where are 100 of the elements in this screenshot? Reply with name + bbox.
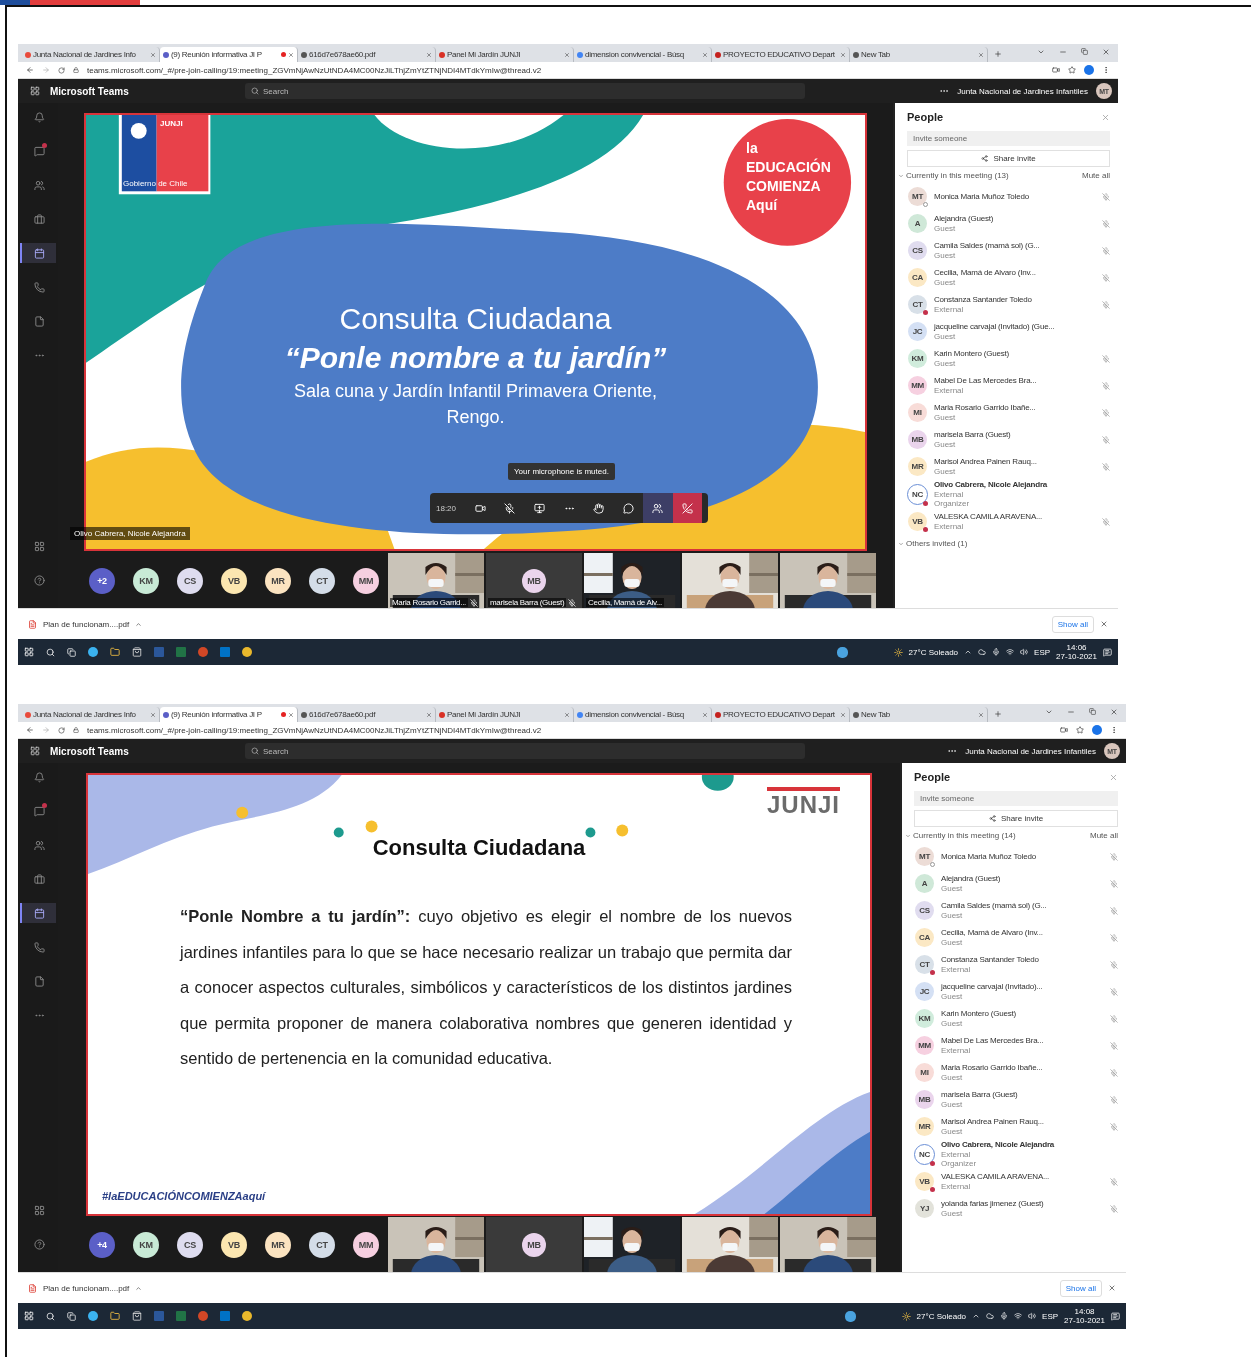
camera-icon[interactable] bbox=[1060, 726, 1068, 734]
app-launcher-icon[interactable] bbox=[30, 86, 40, 96]
close-icon[interactable] bbox=[840, 51, 846, 58]
close-icon[interactable] bbox=[1109, 772, 1118, 782]
back-icon[interactable] bbox=[26, 66, 34, 74]
browser-tab[interactable]: dimension convivencial - Búsq bbox=[574, 707, 712, 722]
store-icon[interactable] bbox=[132, 647, 142, 657]
browser-tab[interactable]: (9) Reunión informativa JI P bbox=[160, 47, 298, 62]
notifications-icon[interactable] bbox=[1111, 1311, 1120, 1321]
search-field[interactable]: Search bbox=[245, 743, 805, 759]
invite-field[interactable]: Invite someone bbox=[907, 131, 1110, 146]
address-field[interactable]: teams.microsoft.com/_#/pre-join-calling/19:meeting_ZGVmNjAwNzUtNDA4MC00NzJiLThjZmYtZTNjNDI4MTdkYmIw@thread.v2 bbox=[87, 65, 1044, 75]
participant-row[interactable]: CS Camila Saldes (mamá sol) (G... Guest bbox=[907, 237, 1110, 264]
close-icon[interactable] bbox=[150, 711, 156, 718]
app-icon[interactable] bbox=[844, 1310, 856, 1322]
language-indicator[interactable]: ESP bbox=[1042, 1311, 1059, 1321]
browser-icon[interactable] bbox=[88, 1311, 98, 1321]
browser-tab[interactable]: New Tab bbox=[850, 47, 988, 62]
browser-tab[interactable]: PROYECTO EDUCATIVO Depart bbox=[712, 47, 850, 62]
close-icon[interactable] bbox=[978, 711, 984, 718]
participant-row[interactable]: MT Monica Maria Muñoz Toledo bbox=[907, 183, 1110, 210]
participant-row[interactable]: A Alejandra (Guest) Guest bbox=[914, 870, 1118, 897]
close-icon[interactable] bbox=[978, 51, 984, 58]
profile-avatar[interactable] bbox=[1084, 65, 1094, 75]
download-file-name[interactable]: Plan de funcionam....pdf bbox=[43, 1283, 130, 1293]
show-all-button[interactable]: Show all bbox=[1059, 1279, 1102, 1297]
participant-row[interactable]: MT Monica Maria Muñoz Toledo bbox=[914, 843, 1118, 870]
overflow-counter[interactable]: +4 bbox=[89, 1231, 115, 1258]
menu-icon[interactable] bbox=[1102, 66, 1110, 74]
participant-row[interactable]: MB marisela Barra (Guest) Guest bbox=[914, 1086, 1118, 1113]
participant-row[interactable]: MI Maria Rosario Garrido Ibañe... Guest bbox=[914, 1059, 1118, 1086]
close-icon[interactable] bbox=[288, 51, 294, 58]
presentation-app-icon[interactable] bbox=[198, 1311, 208, 1321]
participant-row[interactable]: CT Constanza Santander Toledo External bbox=[907, 291, 1110, 318]
participant-row[interactable]: MB marisela Barra (Guest) Guest bbox=[907, 426, 1110, 453]
close-icon[interactable] bbox=[288, 711, 294, 718]
close-icon[interactable] bbox=[564, 51, 570, 58]
browser-icon[interactable] bbox=[242, 1311, 252, 1321]
restore-icon[interactable] bbox=[1089, 707, 1096, 715]
participant-row[interactable]: JC jacqueline carvajal (Invitado) (Gue... Guest bbox=[907, 318, 1110, 345]
reload-icon[interactable] bbox=[58, 726, 65, 734]
participant-row[interactable]: CA Cecilia, Mamá de Alvaro (Inv... Guest bbox=[914, 924, 1118, 951]
close-icon[interactable] bbox=[1108, 1284, 1116, 1292]
close-icon[interactable] bbox=[426, 711, 432, 718]
close-icon[interactable] bbox=[1100, 620, 1108, 628]
camera-icon[interactable] bbox=[1052, 66, 1060, 74]
caret-icon[interactable] bbox=[964, 648, 973, 656]
participant-row[interactable]: VB VALESKA CAMILA ARAVENA... External bbox=[907, 508, 1110, 535]
folder-icon[interactable] bbox=[110, 647, 120, 657]
mic-icon[interactable] bbox=[1000, 1312, 1009, 1320]
participants-button[interactable] bbox=[642, 493, 673, 523]
participant-row[interactable]: VB VALESKA CAMILA ARAVENA... External bbox=[914, 1168, 1118, 1195]
close-icon[interactable] bbox=[702, 51, 708, 58]
browser-tab[interactable]: 616d7e678ae60.pdf bbox=[298, 707, 436, 722]
mute-all-link[interactable]: Mute all bbox=[1082, 171, 1110, 180]
participant-row[interactable]: NC Olivo Cabrera, Nicole Alejandra External Organizer bbox=[907, 480, 1110, 508]
wifi-icon[interactable] bbox=[1006, 648, 1015, 656]
share-invite-button[interactable]: Share invite bbox=[914, 810, 1118, 827]
star-icon[interactable] bbox=[1068, 66, 1076, 74]
app-icon[interactable] bbox=[836, 646, 848, 658]
cloud-icon[interactable] bbox=[978, 648, 987, 656]
rail-button[interactable] bbox=[20, 903, 56, 923]
browser-tab[interactable]: Panel Mi Jardín JUNJI bbox=[436, 707, 574, 722]
search-icon[interactable] bbox=[46, 647, 55, 657]
browser-tab[interactable]: PROYECTO EDUCATIVO Depart bbox=[712, 707, 850, 722]
participant-row[interactable]: A Alejandra (Guest) Guest bbox=[907, 210, 1110, 237]
cloud-icon[interactable] bbox=[986, 1312, 995, 1320]
store-icon[interactable] bbox=[132, 1311, 142, 1321]
volume-icon[interactable] bbox=[1028, 1312, 1037, 1320]
participant-row[interactable]: MI Maria Rosario Garrido Ibañe... Guest bbox=[907, 399, 1110, 426]
star-icon[interactable] bbox=[1076, 726, 1084, 734]
section-header[interactable]: Currently in this meeting (13) bbox=[906, 171, 1009, 180]
browser-icon[interactable] bbox=[88, 647, 98, 657]
section-header[interactable]: Others invited (1) bbox=[906, 539, 968, 548]
participant-row[interactable]: MR Marisol Andrea Painen Rauq... Guest bbox=[907, 453, 1110, 480]
rail-button[interactable] bbox=[20, 243, 56, 263]
participant-row[interactable]: JC jacqueline carvajal (Invitado)... Guest bbox=[914, 978, 1118, 1005]
browser-tab[interactable]: New Tab bbox=[850, 707, 988, 722]
participant-row[interactable]: CS Camila Saldes (mamá sol) (G... Guest bbox=[914, 897, 1118, 924]
menu-icon[interactable] bbox=[1110, 726, 1118, 734]
participant-row[interactable]: NC Olivo Cabrera, Nicole Alejandra External Organizer bbox=[914, 1140, 1118, 1168]
start-icon[interactable] bbox=[24, 647, 34, 657]
section-header[interactable]: Currently in this meeting (14) bbox=[913, 831, 1016, 840]
volume-icon[interactable] bbox=[1020, 648, 1029, 656]
participant-row[interactable]: KM Karin Montero (Guest) Guest bbox=[907, 345, 1110, 372]
browser-tab[interactable]: dimension convivencial - Búsq bbox=[574, 47, 712, 62]
task-view-icon[interactable] bbox=[67, 647, 76, 657]
browser-tab[interactable]: (9) Reunión informativa JI P bbox=[160, 707, 298, 722]
folder-icon[interactable] bbox=[110, 1311, 120, 1321]
close-icon[interactable] bbox=[150, 51, 156, 58]
notifications-icon[interactable] bbox=[1103, 647, 1112, 657]
search-icon[interactable] bbox=[46, 1311, 55, 1321]
participant-row[interactable]: CT Constanza Santander Toledo External bbox=[914, 951, 1118, 978]
participant-row[interactable]: MM Mabel De Las Mercedes Bra... External bbox=[914, 1032, 1118, 1059]
start-icon[interactable] bbox=[24, 1311, 34, 1321]
task-view-icon[interactable] bbox=[67, 1311, 76, 1321]
reload-icon[interactable] bbox=[58, 66, 65, 74]
close-icon[interactable] bbox=[564, 711, 570, 718]
browser-icon[interactable] bbox=[242, 647, 252, 657]
presentation-app-icon[interactable] bbox=[198, 647, 208, 657]
